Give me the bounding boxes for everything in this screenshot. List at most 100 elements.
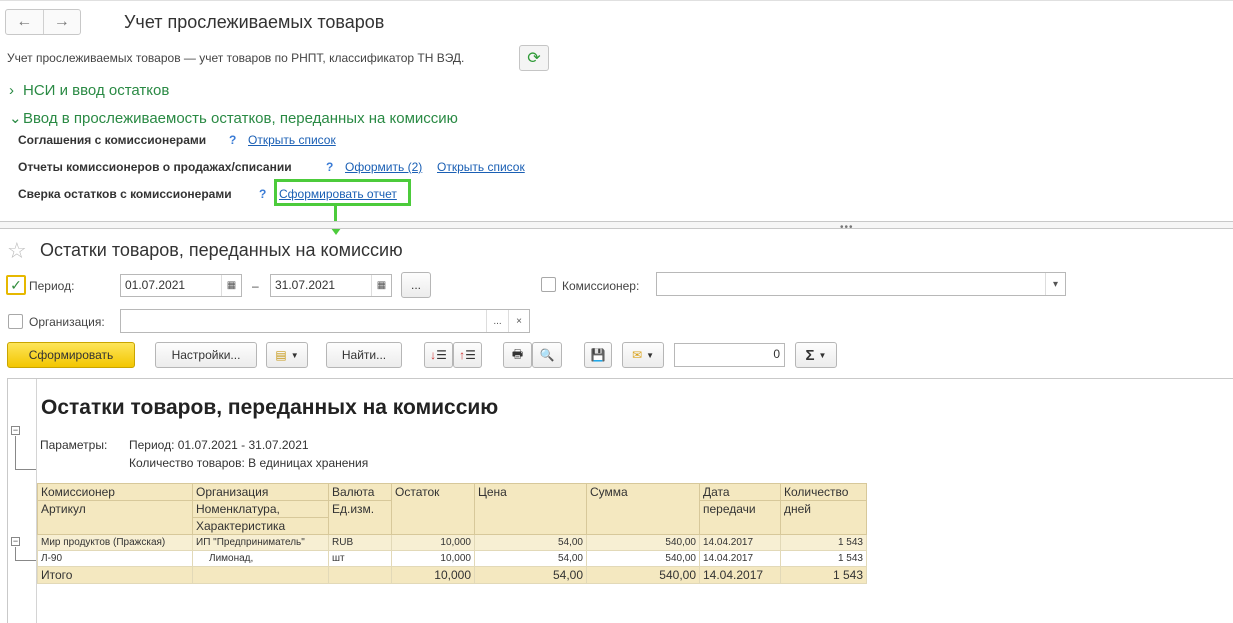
table-cell: 10,000 [391, 566, 475, 584]
header-cell: Характеристика [192, 517, 329, 535]
table-cell: 10,000 [391, 534, 475, 551]
reconcile-label: Сверка остатков с комиссионерами [18, 187, 232, 201]
send-email-button[interactable]: ✉ ▼ [622, 342, 664, 368]
report-title: Остатки товаров, переданных на комиссию [41, 396, 499, 419]
tree-line [15, 547, 16, 561]
table-cell: 540,00 [586, 550, 700, 567]
generate-button[interactable]: Сформировать [7, 342, 135, 368]
chevron-down-icon: ▼ [290, 350, 299, 360]
page-title: Учет прослеживаемых товаров [124, 12, 385, 32]
table-cell: 1 543 [780, 566, 867, 584]
section-nsi-label: НСИ и ввод остатков [23, 82, 170, 99]
table-cell: шт [328, 550, 392, 567]
favorite-star-icon[interactable]: ☆ [7, 238, 27, 264]
header-cell: Количество [780, 483, 867, 501]
clear-icon[interactable]: × [508, 310, 529, 332]
chevron-down-icon: ▼ [646, 350, 654, 360]
calendar-icon[interactable]: ▦ [221, 275, 241, 296]
refresh-button[interactable]: ⟳ [519, 45, 549, 71]
table-cell: 540,00 [586, 566, 700, 584]
collapse-levels-icon[interactable]: ↓ ☰ [424, 342, 453, 368]
table-cell: 540,00 [586, 534, 700, 551]
help-icon[interactable]: ? [259, 187, 266, 201]
table-cell [192, 566, 329, 584]
reports-open-list-link[interactable]: Открыть список [437, 160, 525, 174]
period-checkbox[interactable]: ✓ [6, 275, 26, 295]
header-cell: дней [780, 500, 867, 535]
print-icon[interactable]: 🖶 [503, 342, 532, 368]
header-cell: Номенклатура, [192, 500, 329, 518]
group-row: Мир продуктов (Пражская) ИП "Предпринима… [37, 534, 867, 551]
period-label: Период: [29, 279, 75, 293]
collapse-icon[interactable]: − [11, 426, 20, 435]
dropdown-arrow-icon[interactable]: ▾ [1045, 273, 1065, 295]
help-icon[interactable]: ? [326, 160, 333, 174]
header-cell: Организация [192, 483, 329, 501]
back-arrow-icon[interactable]: ← [6, 10, 44, 34]
table-cell: Мир продуктов (Пражская) [37, 534, 193, 551]
organization-checkbox[interactable] [8, 314, 23, 329]
print-preview-icon[interactable]: 🔍 [532, 342, 562, 368]
calendar-icon[interactable]: ▦ [371, 275, 391, 296]
chevron-down-icon: ⌄ [9, 110, 22, 127]
page-description: Учет прослеживаемых товаров — учет товар… [7, 51, 465, 65]
tree-line [15, 469, 36, 470]
table-cell [328, 566, 392, 584]
settings-button[interactable]: Настройки... [155, 342, 257, 368]
organization-select-button[interactable]: ... [486, 310, 508, 332]
table-cell: 14.04.2017 [699, 550, 781, 567]
cell-sum-field[interactable]: 0 [674, 343, 785, 367]
sum-mode-button[interactable]: Σ ▼ [795, 342, 837, 368]
envelope-icon: ✉ [632, 348, 643, 362]
header-cell: Остаток [391, 483, 475, 535]
panel-splitter[interactable]: ••• [0, 221, 1233, 233]
chevron-down-icon: ▼ [818, 350, 827, 360]
report-table: Комиссионер Организация Валюта Остаток Ц… [37, 483, 867, 584]
agreements-open-list-link[interactable]: Открыть список [248, 133, 336, 147]
sigma-icon: Σ [805, 346, 815, 364]
param-period: Период: 01.07.2021 - 31.07.2021 [129, 438, 309, 452]
table-cell: Лимонад, [192, 550, 329, 567]
drag-handle-icon: ••• [840, 222, 854, 233]
period-select-button[interactable]: ... [401, 272, 431, 298]
table-cell: 14.04.2017 [699, 566, 781, 584]
reports-issue-link[interactable]: Оформить (2) [345, 160, 422, 174]
commissioner-label: Комиссионер: [562, 279, 640, 293]
collapse-icon[interactable]: − [11, 537, 20, 546]
table-cell: 54,00 [474, 566, 587, 584]
commissioner-select[interactable]: ▾ [656, 272, 1066, 296]
help-icon[interactable]: ? [229, 133, 236, 147]
nav-buttons: ← → [5, 9, 81, 35]
header-cell: Дата [699, 483, 781, 501]
highlight-box [274, 179, 411, 206]
reports-label: Отчеты комиссионеров о продажах/списании [18, 160, 292, 174]
header-cell: Ед.изм. [328, 500, 392, 535]
param-quantity: Количество товаров: В единицах хранения [129, 456, 369, 470]
section-commission-label: Ввод в прослеживаемость остатков, переда… [23, 110, 458, 127]
table-cell: 1 543 [780, 534, 867, 551]
variants-button[interactable]: ▤ ▼ [266, 342, 308, 368]
tree-line [15, 436, 16, 470]
table-cell: 10,000 [391, 550, 475, 567]
save-icon[interactable]: 💾 [584, 342, 612, 368]
table-cell: Л-90 [37, 550, 193, 567]
date-to-value: 31.07.2021 [275, 278, 336, 292]
total-row: Итого 10,000 54,00 540,00 14.04.2017 1 5… [37, 566, 867, 584]
forward-arrow-icon[interactable]: → [44, 10, 81, 34]
table-cell: 14.04.2017 [699, 534, 781, 551]
table-row: Л-90 Лимонад, шт 10,000 54,00 540,00 14.… [37, 550, 867, 567]
organization-input[interactable]: ... × [120, 309, 530, 333]
header-cell: Сумма [586, 483, 700, 535]
header-cell: Комиссионер [37, 483, 193, 501]
commissioner-checkbox[interactable] [541, 277, 556, 292]
date-from-value: 01.07.2021 [125, 278, 186, 292]
section-nsi[interactable]: › НСИ и ввод остатков [9, 82, 169, 99]
header-cell: Цена [474, 483, 587, 535]
date-to-input[interactable]: 31.07.2021 ▦ [270, 274, 392, 297]
find-button[interactable]: Найти... [326, 342, 402, 368]
date-from-input[interactable]: 01.07.2021 ▦ [120, 274, 242, 297]
section-commission[interactable]: ⌄Ввод в прослеживаемость остатков, перед… [9, 109, 458, 127]
period-dash: – [252, 279, 259, 293]
organization-label: Организация: [29, 315, 105, 329]
expand-levels-icon[interactable]: ↑ ☰ [453, 342, 482, 368]
